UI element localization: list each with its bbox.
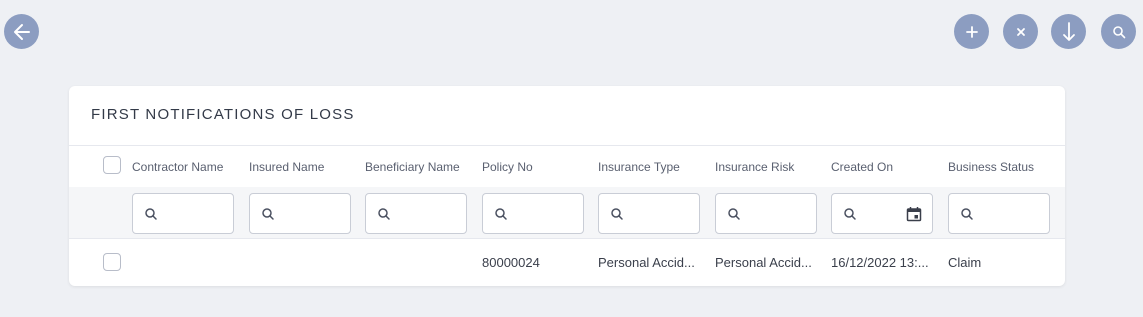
back-button[interactable] <box>4 14 39 49</box>
column-header-insurance-risk[interactable]: Insurance Risk <box>715 160 794 174</box>
calendar-icon[interactable] <box>906 206 922 222</box>
created-on-filter[interactable] <box>831 193 933 234</box>
filter-row <box>69 187 1065 239</box>
cell-insurance-type: Personal Accid... <box>598 255 695 270</box>
back-arrow-icon <box>13 23 30 40</box>
add-button[interactable] <box>954 14 989 49</box>
column-header-beneficiary-name[interactable]: Beneficiary Name <box>365 160 460 174</box>
cell-business-status: Claim <box>948 255 982 270</box>
insurance-risk-filter[interactable] <box>715 193 817 234</box>
search-icon <box>145 208 157 220</box>
column-header-contractor-name[interactable]: Contractor Name <box>132 160 223 174</box>
beneficiary-name-filter[interactable] <box>365 193 467 234</box>
search-icon <box>728 208 740 220</box>
business-status-filter[interactable] <box>948 193 1050 234</box>
search-icon <box>1112 25 1125 38</box>
close-icon <box>1016 27 1025 36</box>
contractor-name-filter[interactable] <box>132 193 234 234</box>
table-row[interactable]: 80000024 Personal Accid... Personal Acci… <box>69 239 1065 286</box>
cell-insurance-risk: Personal Accid... <box>715 255 812 270</box>
column-header-created-on[interactable]: Created On <box>831 160 893 174</box>
arrow-down-icon <box>1062 21 1075 41</box>
table-header-row: Contractor Name Insured Name Beneficiary… <box>69 146 1065 187</box>
column-header-business-status[interactable]: Business Status <box>948 160 1034 174</box>
cell-created-on: 16/12/2022 13:... <box>831 255 929 270</box>
select-all-checkbox[interactable] <box>103 156 121 174</box>
column-header-insured-name[interactable]: Insured Name <box>249 160 324 174</box>
card-title: FIRST NOTIFICATIONS OF LOSS <box>91 106 355 123</box>
search-icon <box>495 208 507 220</box>
search-button[interactable] <box>1101 14 1136 49</box>
search-icon <box>961 208 973 220</box>
download-button[interactable] <box>1051 14 1086 49</box>
clear-button[interactable] <box>1003 14 1038 49</box>
column-header-insurance-type[interactable]: Insurance Type <box>598 160 680 174</box>
row-checkbox[interactable] <box>103 253 121 271</box>
insurance-type-filter[interactable] <box>598 193 700 234</box>
search-icon <box>611 208 623 220</box>
plus-icon <box>965 25 978 38</box>
search-icon <box>262 208 274 220</box>
column-header-policy-no[interactable]: Policy No <box>482 160 533 174</box>
policy-no-filter[interactable] <box>482 193 584 234</box>
search-icon <box>378 208 390 220</box>
insured-name-filter[interactable] <box>249 193 351 234</box>
search-icon <box>844 208 856 220</box>
cell-policy-no: 80000024 <box>482 255 540 270</box>
fnol-card: FIRST NOTIFICATIONS OF LOSS Contractor N… <box>69 86 1065 286</box>
